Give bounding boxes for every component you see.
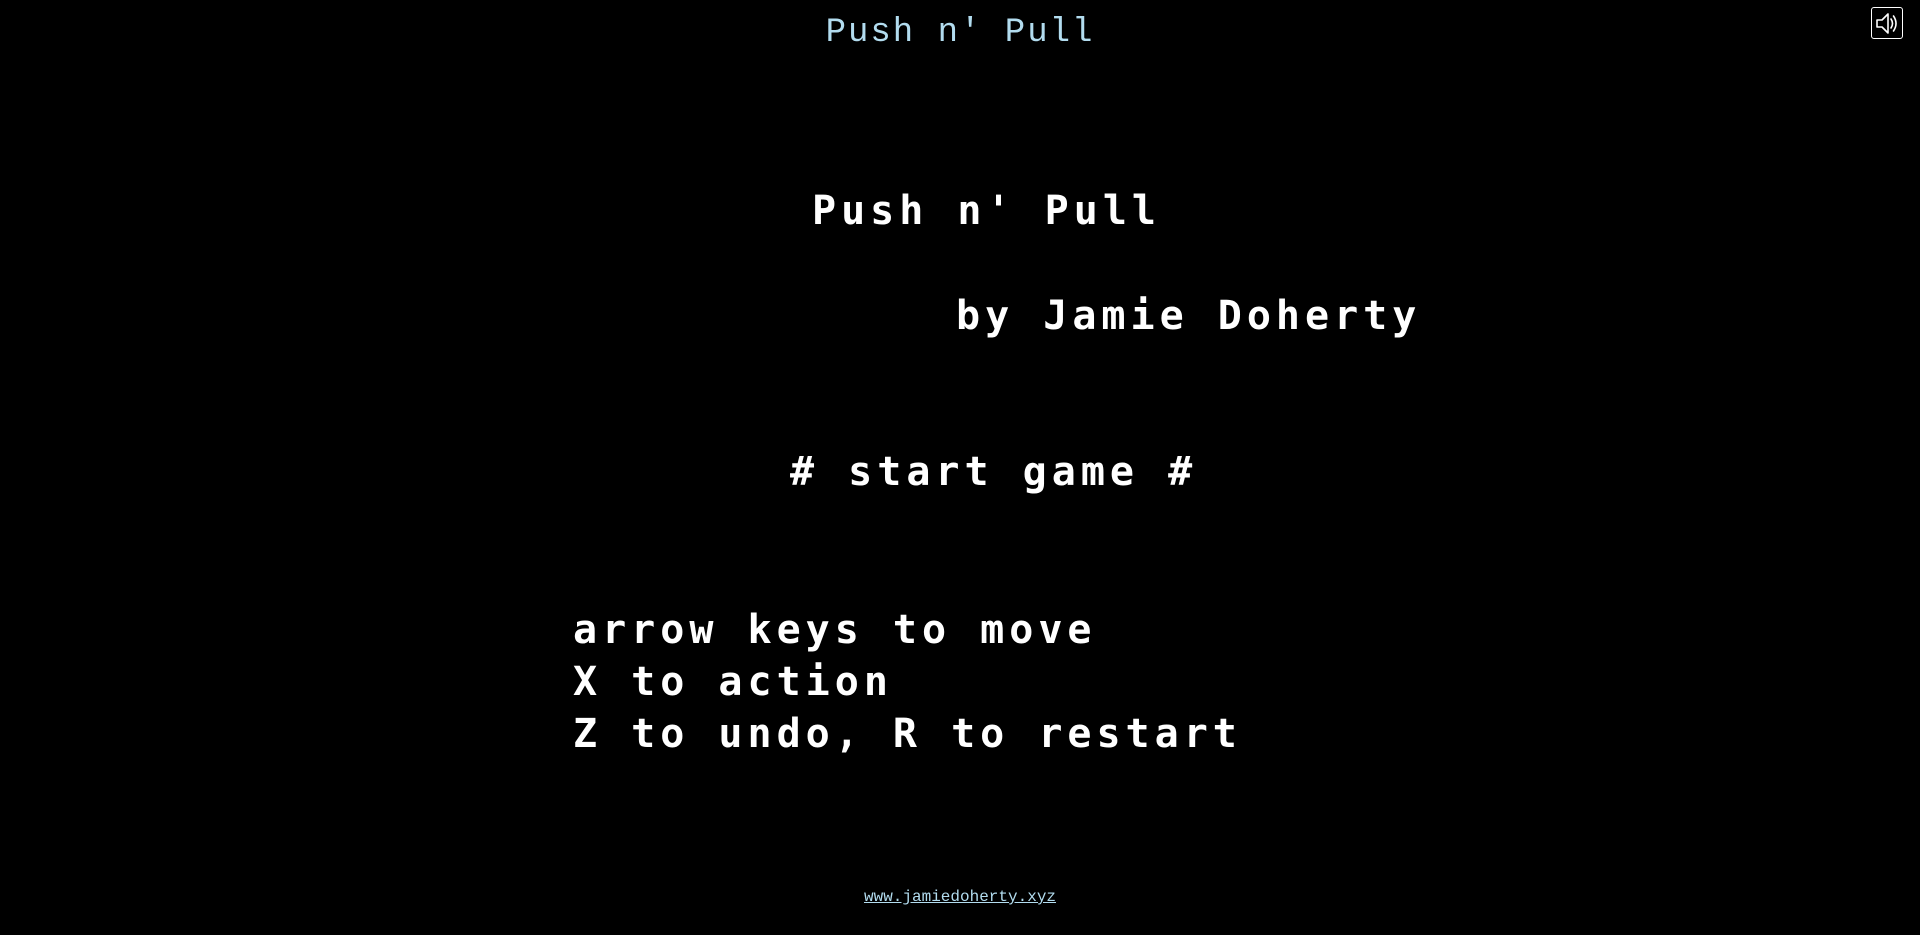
footer: www.jamiedoherty.xyz: [0, 887, 1920, 907]
game-canvas[interactable]: Push n' Pull by Jamie Doherty # start ga…: [0, 0, 1920, 935]
instruction-action: X to action: [573, 659, 893, 705]
instructions: arrow keys to move X to action Z to undo…: [573, 604, 1242, 760]
game-author: by Jamie Doherty: [956, 293, 1422, 339]
game-title: Push n' Pull: [812, 188, 1161, 234]
instruction-move: arrow keys to move: [573, 607, 1097, 653]
instruction-undo-restart: Z to undo, R to restart: [573, 711, 1242, 757]
start-game-option[interactable]: # start game #: [790, 447, 1197, 497]
footer-link[interactable]: www.jamiedoherty.xyz: [864, 888, 1056, 906]
